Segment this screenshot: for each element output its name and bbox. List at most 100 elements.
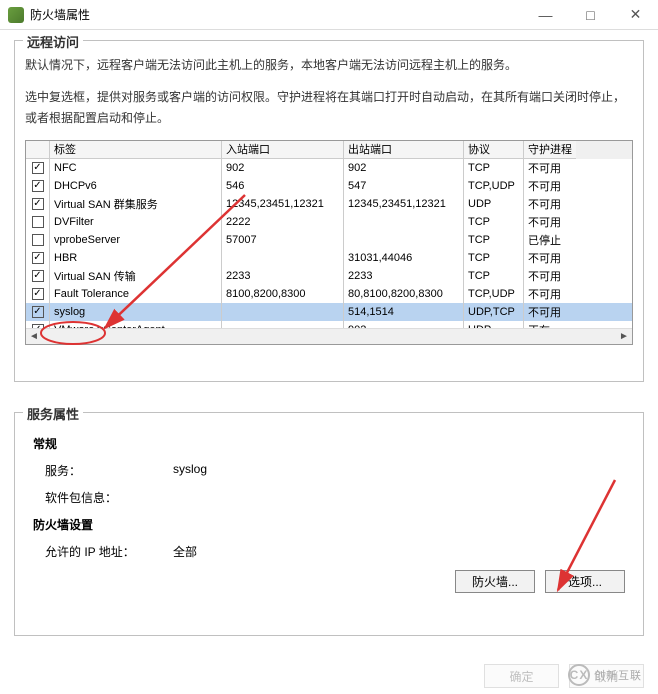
options-button[interactable]: 选项... [545, 570, 625, 593]
ok-button[interactable]: 确定 [484, 664, 559, 688]
scroll-left-icon[interactable]: ◄ [26, 329, 42, 344]
horizontal-scrollbar[interactable]: ◄ ► [26, 328, 632, 344]
title-bar: 防火墙属性 ― □ ✕ [0, 0, 658, 30]
col-protocol[interactable]: 协议 [464, 141, 524, 159]
row-checkbox[interactable]: ✓ [26, 285, 50, 303]
table-header: 标签 入站端口 出站端口 协议 守护进程 [26, 141, 632, 159]
service-props-group: 服务属性 常规 服务： syslog 软件包信息： 防火墙设置 允许的 IP 地… [14, 412, 644, 636]
table-row[interactable]: ✓NFC902902TCP不可用 [26, 159, 632, 177]
row-label: syslog [50, 303, 222, 321]
table-row[interactable]: vprobeServer57007TCP已停止 [26, 231, 632, 249]
row-incoming: 546 [222, 177, 344, 195]
row-outgoing [344, 213, 464, 231]
row-protocol: TCP [464, 213, 524, 231]
service-props-legend: 服务属性 [23, 404, 83, 423]
row-label: Fault Tolerance [50, 285, 222, 303]
allowed-ip-label: 允许的 IP 地址： [45, 543, 173, 560]
row-checkbox[interactable]: ✓ [26, 159, 50, 177]
row-label: Virtual SAN 群集服务 [50, 195, 222, 213]
row-protocol: TCP [464, 267, 524, 285]
row-protocol: TCP,UDP [464, 177, 524, 195]
table-row[interactable]: ✓Fault Tolerance8100,8200,830080,8100,82… [26, 285, 632, 303]
remote-desc-1: 默认情况下，远程客户端无法访问此主机上的服务，本地客户端无法访问远程主机上的服务… [25, 55, 633, 77]
row-outgoing: 547 [344, 177, 464, 195]
col-incoming[interactable]: 入站端口 [222, 141, 344, 159]
row-incoming: 902 [222, 159, 344, 177]
table-row[interactable]: ✓Virtual SAN 群集服务12345,23451,1232112345,… [26, 195, 632, 213]
row-label: vprobeServer [50, 231, 222, 249]
col-daemon[interactable]: 守护进程 [524, 141, 576, 159]
table-row[interactable]: ✓VMware vCenterAgent 902UDP正在... [26, 321, 632, 328]
watermark-text: 创新互联 [594, 667, 642, 683]
row-protocol: TCP [464, 231, 524, 249]
service-row: 服务： syslog [45, 462, 633, 479]
table-row[interactable]: ✓Virtual SAN 传输22332233TCP不可用 [26, 267, 632, 285]
row-label: DHCPv6 [50, 177, 222, 195]
window-buttons: ― □ ✕ [523, 0, 658, 29]
row-checkbox[interactable] [26, 231, 50, 249]
row-label: Virtual SAN 传输 [50, 267, 222, 285]
firewall-button[interactable]: 防火墙... [455, 570, 535, 593]
scroll-track[interactable] [42, 329, 616, 344]
remote-access-group: 远程访问 默认情况下，远程客户端无法访问此主机上的服务，本地客户端无法访问远程主… [14, 40, 644, 382]
row-outgoing: 12345,23451,12321 [344, 195, 464, 213]
table-row[interactable]: ✓DHCPv6546547TCP,UDP不可用 [26, 177, 632, 195]
table-body[interactable]: ✓NFC902902TCP不可用✓DHCPv6546547TCP,UDP不可用✓… [26, 159, 632, 328]
row-protocol: TCP [464, 249, 524, 267]
content-area: 远程访问 默认情况下，远程客户端无法访问此主机上的服务，本地客户端无法访问远程主… [0, 30, 658, 636]
row-label: NFC [50, 159, 222, 177]
col-checkbox[interactable] [26, 141, 50, 159]
row-protocol: UDP [464, 195, 524, 213]
row-incoming [222, 303, 344, 321]
row-daemon: 不可用 [524, 249, 576, 267]
row-daemon: 不可用 [524, 213, 576, 231]
close-button[interactable]: ✕ [613, 0, 658, 29]
row-outgoing: 902 [344, 159, 464, 177]
row-checkbox[interactable]: ✓ [26, 321, 50, 328]
table-row[interactable]: ✓HBR 31031,44046TCP不可用 [26, 249, 632, 267]
row-daemon: 不可用 [524, 285, 576, 303]
package-label: 软件包信息： [45, 489, 173, 506]
remote-desc-2: 选中复选框，提供对服务或客户端的访问权限。守护进程将在其端口打开时自动启动，在其… [25, 87, 633, 130]
row-checkbox[interactable]: ✓ [26, 303, 50, 321]
table-row[interactable]: ✓syslog514,1514UDP,TCP不可用 [26, 303, 632, 321]
row-outgoing [344, 231, 464, 249]
col-label[interactable]: 标签 [50, 141, 222, 159]
scroll-right-icon[interactable]: ► [616, 329, 632, 344]
app-icon [8, 7, 24, 23]
maximize-button[interactable]: □ [568, 0, 613, 29]
row-outgoing: 514,1514 [344, 303, 464, 321]
row-incoming: 2222 [222, 213, 344, 231]
row-checkbox[interactable]: ✓ [26, 249, 50, 267]
table-row[interactable]: DVFilter2222 TCP不可用 [26, 213, 632, 231]
watermark: CX 创新互联 [568, 664, 642, 686]
row-daemon: 不可用 [524, 177, 576, 195]
row-checkbox[interactable] [26, 213, 50, 231]
row-incoming [222, 321, 344, 328]
row-protocol: TCP,UDP [464, 285, 524, 303]
row-daemon: 不可用 [524, 195, 576, 213]
col-outgoing[interactable]: 出站端口 [344, 141, 464, 159]
remote-access-legend: 远程访问 [23, 32, 83, 51]
row-outgoing: 902 [344, 321, 464, 328]
row-outgoing: 31031,44046 [344, 249, 464, 267]
row-daemon: 正在... [524, 321, 576, 328]
row-label: HBR [50, 249, 222, 267]
general-heading: 常规 [33, 435, 633, 452]
row-checkbox[interactable]: ✓ [26, 195, 50, 213]
row-checkbox[interactable]: ✓ [26, 177, 50, 195]
window-title: 防火墙属性 [30, 6, 523, 23]
row-incoming: 57007 [222, 231, 344, 249]
row-outgoing: 80,8100,8200,8300 [344, 285, 464, 303]
row-daemon: 不可用 [524, 303, 576, 321]
row-incoming: 8100,8200,8300 [222, 285, 344, 303]
row-protocol: UDP [464, 321, 524, 328]
row-label: DVFilter [50, 213, 222, 231]
props-button-row: 防火墙... 选项... [25, 570, 625, 593]
row-checkbox[interactable]: ✓ [26, 267, 50, 285]
watermark-icon: CX [568, 664, 590, 686]
row-label: VMware vCenterAgent [50, 321, 222, 328]
minimize-button[interactable]: ― [523, 0, 568, 29]
service-value: syslog [173, 462, 207, 479]
row-incoming: 2233 [222, 267, 344, 285]
